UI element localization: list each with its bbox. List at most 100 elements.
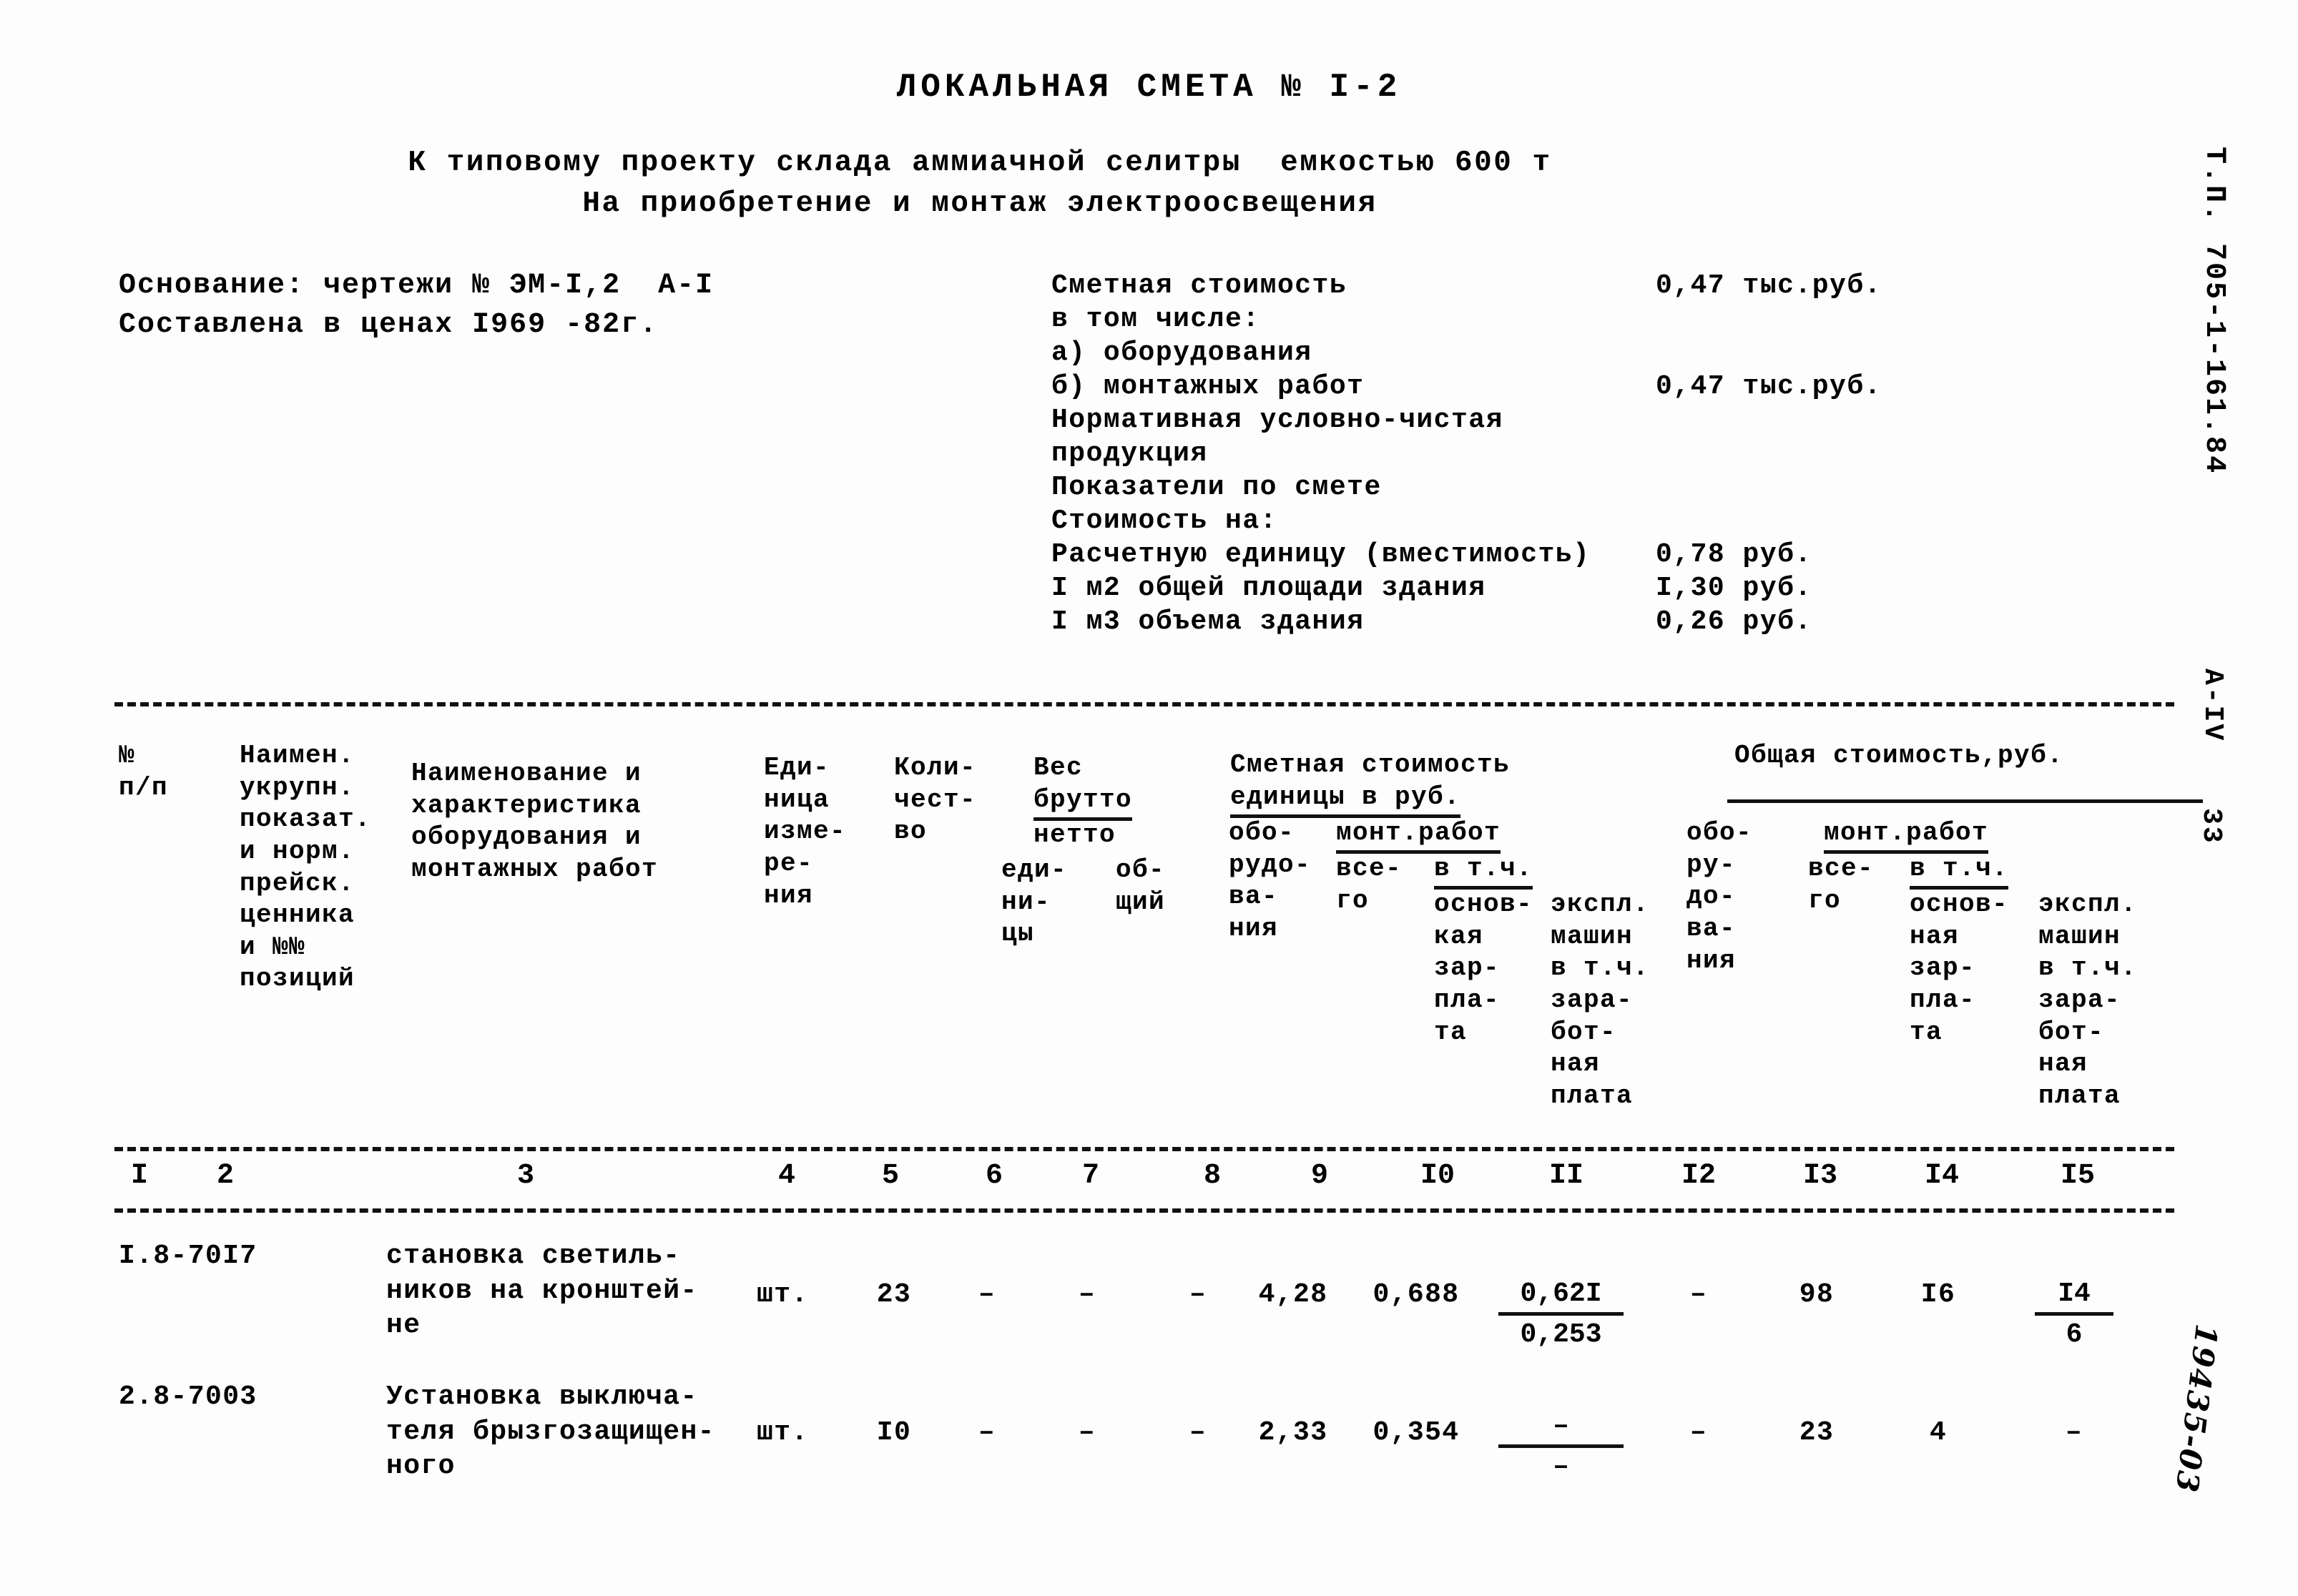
summary-value: I,30 руб. xyxy=(1656,573,1812,604)
column-number-8: 8 xyxy=(1203,1160,1221,1192)
row-2-quantity: I0 xyxy=(876,1417,912,1448)
column-number-2: 2 xyxy=(216,1160,234,1192)
header-group-installation-works-right: монт.работ xyxy=(1824,817,1989,854)
summary-value: 0,47 тыс.руб. xyxy=(1656,270,1882,301)
document-subtitle-line-1: К типовому проекту склада аммиачной сели… xyxy=(408,147,1552,179)
row-1-unit: шт. xyxy=(757,1279,809,1310)
row-2-machines-unit-numerator: – xyxy=(1498,1410,1624,1448)
table-header-divider xyxy=(114,1147,2174,1151)
header-col-8: обо- рудо- ва- ния xyxy=(1229,818,1312,943)
page-number-stamp: 33 xyxy=(2196,808,2226,845)
column-number-13: I3 xyxy=(1802,1160,1837,1192)
table-top-divider xyxy=(114,702,2174,706)
page-title: ЛОКАЛЬНАЯ СМЕТА № I-2 xyxy=(896,69,1402,106)
row-1-machines-total-denominator: 6 xyxy=(2066,1319,2083,1350)
column-number-6: 6 xyxy=(985,1160,1003,1192)
header-group-total-cost: Общая стоимость,руб. xyxy=(1734,741,2064,770)
header-group-weight: Вес xyxy=(1033,753,1084,782)
row-2-machines-wage-unit: – – xyxy=(1498,1410,1624,1483)
header-col-3: Наименование и характеристика оборудован… xyxy=(411,759,659,884)
row-2-weight-unit: – xyxy=(978,1417,996,1448)
summary-label: Стоимость на: xyxy=(1051,506,1277,536)
column-number-3: 3 xyxy=(516,1160,534,1192)
column-number-1: I xyxy=(130,1160,148,1192)
row-1-equipment-total: – xyxy=(1689,1279,1708,1310)
column-number-12: I2 xyxy=(1681,1160,1716,1192)
row-1-basic-wage-unit: 0,688 xyxy=(1373,1279,1460,1310)
row-1-machines-wage-unit: 0,62I 0,253 xyxy=(1498,1278,1624,1351)
header-col-1: № п/п xyxy=(119,741,169,802)
row-2-unit: шт. xyxy=(757,1417,809,1448)
handwritten-number-note: 19435-03 xyxy=(2169,1322,2224,1496)
header-col-7: об- щий xyxy=(1116,855,1166,917)
column-number-4: 4 xyxy=(777,1160,795,1192)
header-col-10: основ- кая зар- пла- та xyxy=(1434,890,1533,1047)
row-2-machines-unit-denominator: – xyxy=(1553,1451,1569,1482)
row-1-basic-wage-total: I6 xyxy=(1920,1279,1956,1310)
row-1-weight-total: – xyxy=(1078,1279,1096,1310)
summary-label: б) монтажных работ xyxy=(1051,371,1365,402)
row-1-description: становка светиль- ников на кронштей- не xyxy=(386,1241,698,1341)
column-number-5: 5 xyxy=(881,1160,899,1192)
header-col-6: еди- ни- цы xyxy=(1001,855,1068,949)
row-2-equipment-unit: – xyxy=(1189,1417,1207,1448)
summary-label: Расчетную единицу (вместимость) xyxy=(1051,539,1591,570)
row-1-works-total-unit: 4,28 xyxy=(1258,1279,1328,1310)
row-1-weight-unit: – xyxy=(978,1279,996,1310)
row-2-works-total-unit: 2,33 xyxy=(1258,1417,1328,1448)
column-number-15: I5 xyxy=(2060,1160,2095,1192)
summary-label: I м2 общей площади здания xyxy=(1051,573,1486,604)
header-col-14: основ- ная зар- пла- та xyxy=(1910,890,2009,1047)
column-number-7: 7 xyxy=(1081,1160,1099,1192)
row-1-quantity: 23 xyxy=(876,1279,912,1310)
basis-drawings-line: Основание: чертежи № ЭМ-I,2 А-I xyxy=(119,270,715,302)
header-col-15: экспл. машин в т.ч. зара- бот- ная плата xyxy=(2038,890,2138,1110)
project-code-stamp: Т.П. 705-1-161.84 xyxy=(2198,147,2230,476)
header-group-unit-cost-line2: единицы в руб. xyxy=(1230,782,1461,818)
row-1-works-total: 98 xyxy=(1799,1279,1835,1310)
summary-label: в том числе: xyxy=(1051,304,1260,335)
summary-label: Сметная стоимость xyxy=(1051,270,1347,301)
header-group-weight-brutto: брутто xyxy=(1033,784,1133,821)
header-group-of-which-mid: в т.ч. xyxy=(1434,853,1533,890)
row-1-equipment-unit: – xyxy=(1189,1279,1207,1310)
header-group-total-cost-underline xyxy=(1727,799,2203,803)
summary-value: 0,78 руб. xyxy=(1656,539,1812,570)
column-number-9: 9 xyxy=(1310,1160,1328,1192)
column-number-11: II xyxy=(1548,1160,1583,1192)
summary-label: продукция xyxy=(1051,438,1208,469)
header-col-4: Еди- ница изме- ре- ния xyxy=(764,753,847,910)
header-group-installation-works-mid: монт.работ xyxy=(1336,817,1501,854)
row-2-weight-total: – xyxy=(1078,1417,1096,1448)
header-col-12: обо- ру- до- ва- ния xyxy=(1686,818,1753,975)
row-1-machines-total-numerator: I4 xyxy=(2035,1278,2113,1316)
header-col-9: все- го xyxy=(1336,854,1403,915)
header-col-11: экспл. машин в т.ч. зара- бот- ная плата xyxy=(1551,890,1650,1110)
row-1-code: I.8-70I7 xyxy=(119,1241,257,1271)
header-col-5: Коли- чест- во xyxy=(894,753,977,847)
header-group-of-which-right: в т.ч. xyxy=(1910,853,2009,890)
row-2-works-total: 23 xyxy=(1799,1417,1835,1448)
summary-value: 0,47 тыс.руб. xyxy=(1656,371,1882,402)
row-1-machines-unit-denominator: 0,253 xyxy=(1520,1319,1602,1350)
header-group-unit-cost-line1: Сметная стоимость xyxy=(1230,750,1511,779)
header-col-2: Наимен. укрупн. показат. и норм. прейск.… xyxy=(240,741,372,994)
summary-label: I м3 объема здания xyxy=(1051,606,1365,637)
document-page: ЛОКАЛЬНАЯ СМЕТА № I-2 К типовому проекту… xyxy=(0,0,2298,1596)
row-2-machines-wage-total: – xyxy=(2065,1417,2083,1448)
column-number-10: I0 xyxy=(1420,1160,1455,1192)
row-2-equipment-total: – xyxy=(1689,1417,1708,1448)
row-1-machines-unit-numerator: 0,62I xyxy=(1498,1278,1624,1316)
row-2-basic-wage-unit: 0,354 xyxy=(1373,1417,1460,1448)
row-2-basic-wage-total: 4 xyxy=(1929,1417,1948,1448)
header-group-weight-netto: нетто xyxy=(1033,820,1116,849)
series-stamp: А-IV xyxy=(2197,669,2228,743)
basis-block: Основание: чертежи № ЭМ-I,2 А-I Составле… xyxy=(119,266,714,345)
row-2-description: Установка выключа- теля брызгозащищен- н… xyxy=(386,1381,715,1482)
summary-label: Нормативная условно-чистая xyxy=(1051,405,1503,435)
basis-prices-line: Составлена в ценах I969 -82г. xyxy=(119,309,659,342)
column-number-14: I4 xyxy=(1924,1160,1959,1192)
summary-label: а) оборудования xyxy=(1051,338,1312,368)
summary-label: Показатели по смете xyxy=(1051,472,1382,503)
row-1-machines-wage-total: I4 6 xyxy=(2035,1278,2113,1351)
